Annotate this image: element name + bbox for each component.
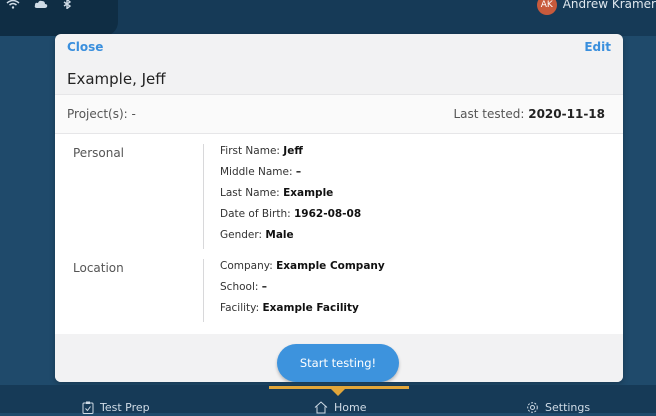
wifi-icon	[6, 0, 20, 11]
field-middle-name: Middle Name: –	[220, 165, 361, 186]
field-last-name: Last Name: Example	[220, 186, 361, 207]
user-name: Andrew Kramer	[562, 0, 656, 11]
field-school: School: –	[220, 280, 385, 301]
field-date-of-birth: Date of Birth: 1962-08-08	[220, 207, 361, 228]
field-label: School:	[220, 281, 259, 293]
cloud-sync-icon	[34, 0, 48, 11]
field-value: Example Company	[276, 260, 385, 272]
field-label: Last Name:	[220, 187, 280, 199]
projects-label: Project(s):	[67, 107, 128, 121]
start-testing-button[interactable]: Start testing!	[277, 344, 399, 382]
bluetooth-icon	[62, 0, 72, 11]
field-value: –	[295, 166, 302, 178]
field-first-name: First Name: Jeff	[220, 144, 361, 165]
status-bar: AK Andrew Kramer	[0, 0, 656, 36]
section-fields: Company: Example Company School: – Facil…	[203, 259, 385, 322]
field-label: Gender:	[220, 229, 263, 241]
modal-header: Close Edit Example, Jeff	[55, 34, 623, 94]
field-company: Company: Example Company	[220, 259, 385, 280]
section-label: Location	[73, 261, 124, 275]
field-label: First Name:	[220, 145, 280, 157]
field-value: –	[261, 281, 267, 293]
close-button[interactable]: Close	[67, 40, 103, 54]
projects-summary: Project(s): -	[67, 107, 136, 121]
avatar: AK	[536, 0, 557, 15]
user-chip[interactable]: AK Andrew Kramer	[536, 0, 656, 20]
last-tested-summary: Last tested: 2020-11-18	[454, 107, 606, 121]
last-tested-label: Last tested:	[453, 107, 525, 121]
field-facility: Facility: Example Facility	[220, 301, 385, 322]
edit-button[interactable]: Edit	[584, 40, 611, 54]
section-fields: First Name: Jeff Middle Name: – Last Nam…	[203, 144, 361, 249]
section-personal: Personal First Name: Jeff Middle Name: –…	[55, 144, 623, 249]
field-label: Middle Name:	[220, 166, 293, 178]
last-tested-value: 2020-11-18	[528, 107, 605, 121]
section-location: Location Company: Example Company School…	[55, 259, 623, 322]
field-value: 1962-08-08	[293, 208, 362, 220]
field-value: Example Facility	[262, 302, 359, 314]
person-name: Example, Jeff	[67, 70, 166, 88]
field-value: Male	[265, 229, 294, 241]
field-label: Date of Birth:	[220, 208, 291, 220]
section-label: Personal	[73, 146, 125, 160]
patient-detail-modal: Close Edit Example, Jeff Project(s): - L…	[55, 34, 623, 382]
details-panel: Personal First Name: Jeff Middle Name: –…	[55, 134, 623, 334]
projects-value: -	[131, 107, 136, 121]
status-icons	[0, 0, 118, 36]
summary-row: Project(s): - Last tested: 2020-11-18	[55, 94, 623, 134]
field-value: Jeff	[283, 145, 303, 157]
field-value: Example	[283, 187, 334, 199]
modal-footer: Start testing!	[55, 334, 623, 382]
field-label: Facility:	[220, 302, 260, 314]
active-tab-caret	[331, 389, 345, 396]
field-gender: Gender: Male	[220, 228, 361, 249]
field-label: Company:	[220, 260, 273, 272]
